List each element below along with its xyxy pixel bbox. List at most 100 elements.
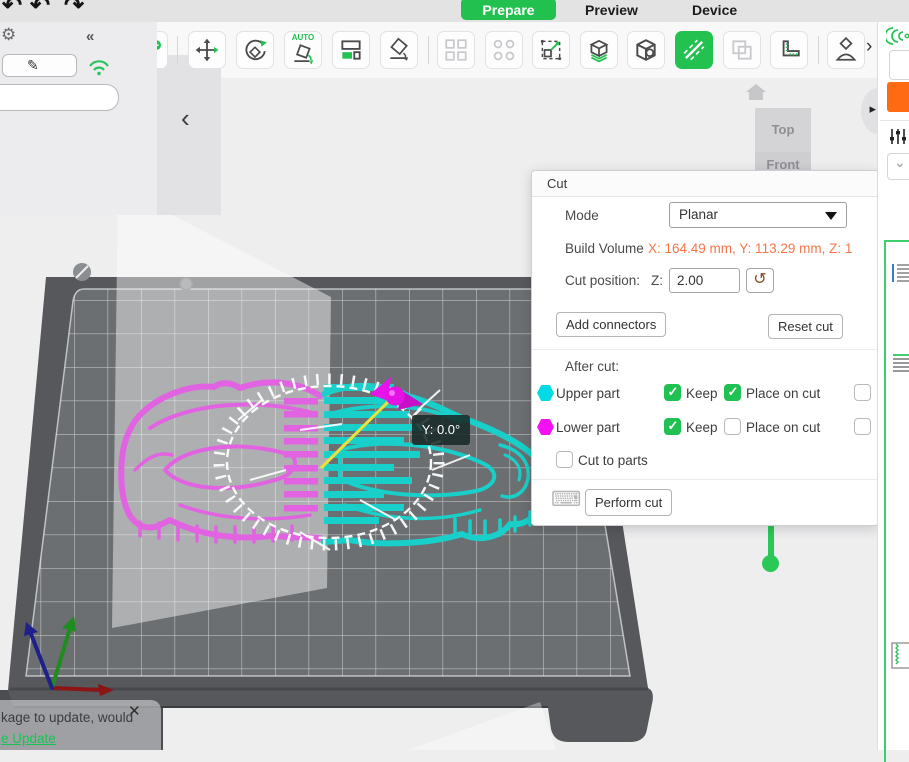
upper-keep-checkbox[interactable]: [664, 384, 681, 401]
filament-color-swatch[interactable]: [887, 82, 909, 112]
support-painting-button[interactable]: [580, 31, 618, 69]
toolbar-separator: [177, 36, 178, 64]
nav-cube-top-face[interactable]: Top: [755, 108, 811, 152]
arrange-icon: [341, 40, 361, 60]
auto-orient-icon: [294, 44, 314, 65]
scale-icon: [540, 39, 562, 61]
pencil-icon: ✎: [27, 57, 39, 73]
toolbar-more-chevron[interactable]: ›: [866, 36, 872, 58]
split-objects-icon: [445, 39, 467, 61]
lay-on-face-icon: [390, 37, 409, 61]
lay-on-face-button[interactable]: [380, 31, 418, 69]
support-painting-icon: [589, 39, 609, 63]
split-to-parts-button[interactable]: [485, 31, 523, 69]
divider: [532, 479, 878, 480]
objects-panel-frame: [884, 240, 909, 762]
update-notification: ✕ kage to update, would e Update: [0, 700, 161, 750]
divider: [532, 349, 878, 350]
undo-icon[interactable]: ↶: [2, 0, 22, 20]
cut-button[interactable]: [675, 31, 713, 69]
cut-to-parts-label: Cut to parts: [578, 453, 648, 468]
collapse-sidebar-strip[interactable]: ‹: [157, 55, 221, 215]
cut-to-parts-checkbox[interactable]: [556, 451, 573, 468]
gcode-file-icon[interactable]: [891, 642, 909, 669]
filament-slot[interactable]: [889, 50, 909, 80]
cut-position-label: Cut position:: [565, 273, 641, 288]
edit-printer-button[interactable]: ✎: [2, 54, 77, 77]
upper-place-checkbox[interactable]: [724, 384, 741, 401]
upper-part-label: Upper part: [556, 386, 620, 401]
boolean-button[interactable]: [723, 31, 761, 69]
seam-painting-icon: [636, 39, 656, 61]
process-dropdown[interactable]: [887, 153, 909, 180]
rotate-icon: [245, 39, 267, 60]
build-volume-value: X: 164.49 mm, Y: 113.29 mm, Z: 1: [648, 241, 853, 256]
add-connectors-button[interactable]: Add connectors: [556, 312, 667, 337]
divider: [880, 120, 909, 121]
nav-cube-front-face[interactable]: Front: [755, 152, 811, 172]
layers-icon[interactable]: [891, 352, 909, 374]
cut-dialog-title[interactable]: Cut: [532, 171, 878, 197]
auto-orient-button[interactable]: AUTO: [284, 31, 322, 69]
toolbar-separator: [818, 36, 819, 64]
tab-bar: ↶ ↶ ↷ Prepare Preview Device: [0, 0, 909, 22]
home-view-icon[interactable]: [744, 82, 768, 102]
mode-dropdown[interactable]: Planar: [669, 202, 847, 228]
measure-button[interactable]: [770, 31, 808, 69]
gear-icon[interactable]: ⚙: [1, 25, 16, 45]
mode-label: Mode: [565, 208, 599, 223]
rotation-tooltip: Y: 0.0°: [412, 415, 470, 445]
tab-prepare[interactable]: Prepare: [461, 0, 556, 20]
z-axis-label: Z:: [651, 273, 663, 288]
tab-preview[interactable]: Preview: [585, 0, 638, 20]
lower-keep-checkbox[interactable]: [664, 418, 681, 435]
upper-part-swatch: [537, 385, 554, 401]
assembly-view-icon: [835, 37, 857, 61]
rotate-button[interactable]: [236, 31, 274, 69]
lower-part-label: Lower part: [556, 420, 620, 435]
arrange-button[interactable]: [332, 31, 370, 69]
lower-part-swatch: [537, 419, 554, 435]
collapse-left-icon[interactable]: «: [86, 28, 94, 45]
assembly-view-button[interactable]: [827, 31, 865, 69]
build-volume-label: Build Volume: [565, 241, 644, 256]
auto-label: AUTO: [291, 33, 315, 42]
cut-position-input[interactable]: [669, 268, 740, 293]
boolean-icon: [732, 40, 752, 60]
update-link[interactable]: e Update: [1, 731, 56, 746]
split-to-objects-button[interactable]: [437, 31, 475, 69]
split-parts-icon: [493, 39, 515, 61]
tab-device[interactable]: Device: [692, 0, 737, 20]
cut-dialog: Cut Mode Planar Build Volume X: 164.49 m…: [531, 170, 879, 526]
cut-height-slider-knob[interactable]: [762, 555, 779, 572]
redo-icon[interactable]: ↷: [64, 0, 84, 20]
measure-icon: [782, 40, 800, 57]
undo2-icon[interactable]: ↶: [30, 0, 50, 20]
reset-cut-button[interactable]: Reset cut: [768, 314, 843, 339]
after-cut-label: After cut:: [565, 359, 620, 374]
dropdown-arrow-icon: [825, 212, 837, 220]
upper-keep-label: Keep: [686, 386, 718, 401]
filament-settings-icon[interactable]: [889, 128, 907, 145]
move-button[interactable]: [188, 31, 226, 69]
seam-painting-button[interactable]: [627, 31, 665, 69]
plate-reflection: [408, 702, 556, 750]
perform-cut-button[interactable]: Perform cut: [585, 489, 673, 516]
lower-place-checkbox[interactable]: [724, 418, 741, 435]
toolbar-separator: [428, 36, 429, 64]
move-icon: [195, 38, 219, 62]
object-list-icon[interactable]: [891, 262, 909, 284]
nav-cube[interactable]: Top Front: [755, 108, 811, 172]
search-input[interactable]: [0, 84, 119, 111]
filament-spool-icon[interactable]: [886, 26, 909, 46]
upper-place-label: Place on cut: [746, 386, 821, 401]
upper-flip-checkbox[interactable]: [854, 384, 871, 401]
mode-value: Planar: [679, 207, 719, 222]
lower-flip-checkbox[interactable]: [854, 418, 871, 435]
chevron-left-icon: ‹: [181, 103, 190, 133]
right-panel: [877, 22, 909, 762]
scale-button[interactable]: [532, 31, 570, 69]
cut-icon: [683, 39, 705, 61]
reset-position-button[interactable]: [746, 268, 774, 293]
lower-place-label: Place on cut: [746, 420, 821, 435]
